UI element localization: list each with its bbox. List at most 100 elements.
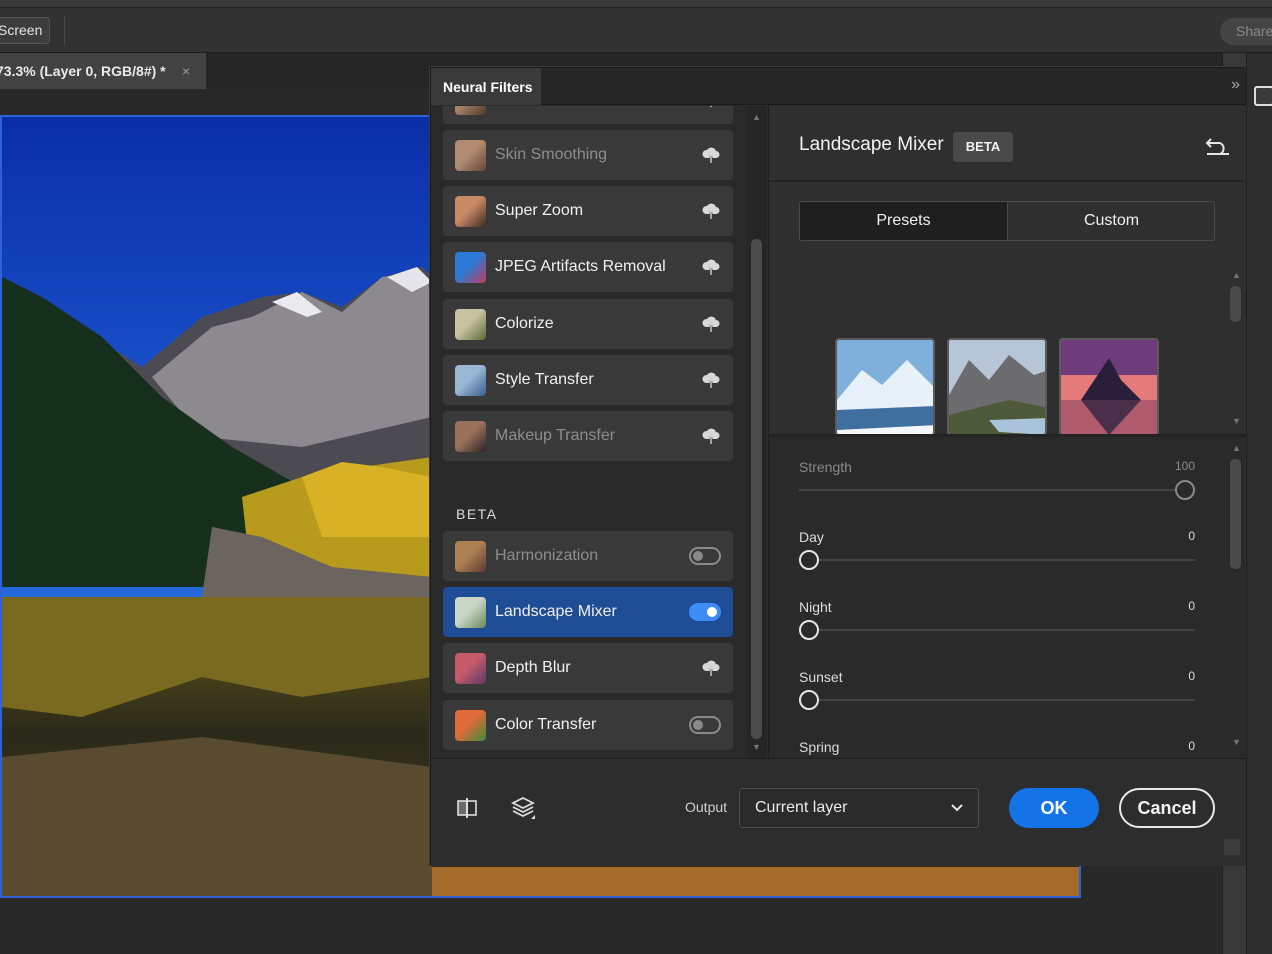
filter-label: Makeup Transfer [495, 427, 616, 444]
preset-custom-toggle: Presets Custom [799, 201, 1215, 241]
reset-icon[interactable] [1205, 134, 1231, 156]
filter-thumbnail [455, 365, 486, 396]
show-original-icon[interactable] [456, 797, 478, 819]
document-tab-title: 73.3% (Layer 0, RGB/8#) * [0, 63, 166, 79]
output-label: Output [685, 799, 728, 815]
slider-label: Day [799, 529, 824, 545]
filter-item-harmonization[interactable]: Harmonization [443, 531, 733, 581]
menu-strip [0, 0, 1272, 8]
cancel-button[interactable]: Cancel [1119, 788, 1215, 828]
collapse-panel-icon[interactable]: » [1231, 76, 1240, 94]
layers-preview-icon[interactable] [510, 795, 536, 821]
slider-scrollbar[interactable]: ▲ ▼ [1227, 437, 1245, 758]
slider-value: 0 [1188, 529, 1195, 543]
beta-section-heading: BETA [456, 506, 498, 522]
cloud-download-icon[interactable] [701, 201, 721, 221]
slider-track[interactable] [799, 489, 1195, 491]
slider-label: Night [799, 599, 832, 615]
output-value: Current layer [755, 799, 848, 816]
scroll-up-icon[interactable]: ▲ [1232, 443, 1241, 453]
filter-list-scrollbar[interactable]: ▲ ▼ [747, 106, 767, 758]
panel-tab-bar: Neural Filters » [431, 68, 1246, 105]
neural-filters-tab[interactable]: Neural Filters [431, 68, 541, 105]
options-bar: Screen Share [0, 0, 1272, 53]
filter-thumbnail [455, 196, 486, 227]
screen-mode-button[interactable]: Screen [0, 17, 50, 44]
scroll-down-icon[interactable]: ▼ [1232, 416, 1241, 426]
tab-custom[interactable]: Custom [1007, 202, 1214, 240]
preset-thumbnail[interactable] [947, 338, 1047, 434]
slider-value: 0 [1188, 599, 1195, 613]
cloud-download-icon[interactable] [701, 426, 721, 446]
slider-knob[interactable] [799, 690, 819, 710]
filter-label: Smart Portrait [495, 106, 594, 124]
slider-sunset[interactable]: Sunset 0 [799, 669, 1195, 729]
toolbar-separator [64, 16, 65, 44]
scrollbar-thumb[interactable] [1230, 286, 1241, 322]
scroll-down-icon[interactable]: ▼ [1232, 737, 1241, 747]
scrollbar-thumb[interactable] [751, 239, 762, 739]
close-tab-icon[interactable]: × [182, 53, 190, 89]
image-panel-icon[interactable] [1254, 86, 1272, 106]
filter-label: Super Zoom [495, 202, 584, 219]
filter-toggle[interactable] [689, 547, 721, 565]
cloud-download-icon[interactable] [701, 658, 721, 678]
filter-toggle[interactable] [689, 603, 721, 621]
document-tab[interactable]: 73.3% (Layer 0, RGB/8#) * × [0, 53, 206, 89]
preset-thumbnail[interactable] [1059, 338, 1159, 434]
filter-item-skin-smoothing[interactable]: Skin Smoothing [443, 130, 733, 180]
filter-item-landscape-mixer[interactable]: Landscape Mixer [443, 587, 733, 637]
right-panel-edge [1246, 53, 1272, 954]
filter-toggle[interactable] [689, 716, 721, 734]
cloud-download-icon[interactable] [701, 145, 721, 165]
preset-scrollbar[interactable]: ▲ ▼ [1227, 266, 1245, 434]
slider-knob[interactable] [799, 620, 819, 640]
preset-grid [769, 266, 1247, 434]
filter-item-smart-portrait[interactable]: Smart Portrait [443, 106, 733, 124]
slider-list: Strength 100 Day 0 Night 0 Sunset 0 Spring 0 [769, 437, 1227, 758]
scroll-up-icon[interactable]: ▲ [752, 112, 761, 122]
beta-badge: BETA [953, 132, 1013, 162]
cloud-download-icon[interactable] [701, 314, 721, 334]
filter-label: Color Transfer [495, 716, 597, 733]
slider-value: 0 [1188, 669, 1195, 683]
cloud-download-icon[interactable] [701, 106, 721, 109]
filter-label: Skin Smoothing [495, 146, 608, 163]
tab-presets[interactable]: Presets [800, 202, 1007, 240]
filter-item-style-transfer[interactable]: Style Transfer [443, 355, 733, 405]
filter-item-makeup-transfer[interactable]: Makeup Transfer [443, 411, 733, 461]
filter-settings: Landscape Mixer BETA Presets Custom ▲ ▼ … [768, 106, 1247, 758]
filter-item-colorize[interactable]: Colorize [443, 299, 733, 349]
slider-knob[interactable] [799, 550, 819, 570]
cloud-download-icon[interactable] [701, 370, 721, 390]
divider [769, 180, 1247, 182]
filter-label: JPEG Artifacts Removal [495, 258, 666, 275]
filter-item-color-transfer[interactable]: Color Transfer [443, 700, 733, 750]
slider-track[interactable] [799, 699, 1195, 701]
filter-label: Style Transfer [495, 371, 594, 388]
ok-button[interactable]: OK [1009, 788, 1099, 828]
slider-strength[interactable]: Strength 100 [799, 459, 1195, 519]
filter-item-jpeg-artifacts-removal[interactable]: JPEG Artifacts Removal [443, 242, 733, 292]
scrollbar-thumb[interactable] [1230, 459, 1241, 569]
cloud-download-icon[interactable] [701, 257, 721, 277]
preset-thumbnail[interactable] [835, 338, 935, 434]
scroll-up-icon[interactable]: ▲ [1232, 270, 1241, 280]
slider-night[interactable]: Night 0 [799, 599, 1195, 659]
filter-thumbnail [455, 597, 486, 628]
filter-thumbnail [455, 140, 486, 171]
filter-thumbnail [455, 309, 486, 340]
slider-track[interactable] [799, 559, 1195, 561]
filter-item-depth-blur[interactable]: Depth Blur [443, 643, 733, 693]
slider-track[interactable] [799, 629, 1195, 631]
share-button[interactable]: Share [1220, 18, 1272, 45]
scroll-down-icon[interactable]: ▼ [752, 742, 761, 752]
filter-item-super-zoom[interactable]: Super Zoom [443, 186, 733, 236]
slider-day[interactable]: Day 0 [799, 529, 1195, 589]
slider-spring[interactable]: Spring 0 [799, 739, 1195, 758]
output-dropdown[interactable]: Current layer [739, 788, 979, 828]
filter-thumbnail [455, 541, 486, 572]
resize-grip[interactable] [1224, 839, 1240, 855]
slider-knob[interactable] [1175, 480, 1195, 500]
filter-label: Harmonization [495, 547, 599, 564]
